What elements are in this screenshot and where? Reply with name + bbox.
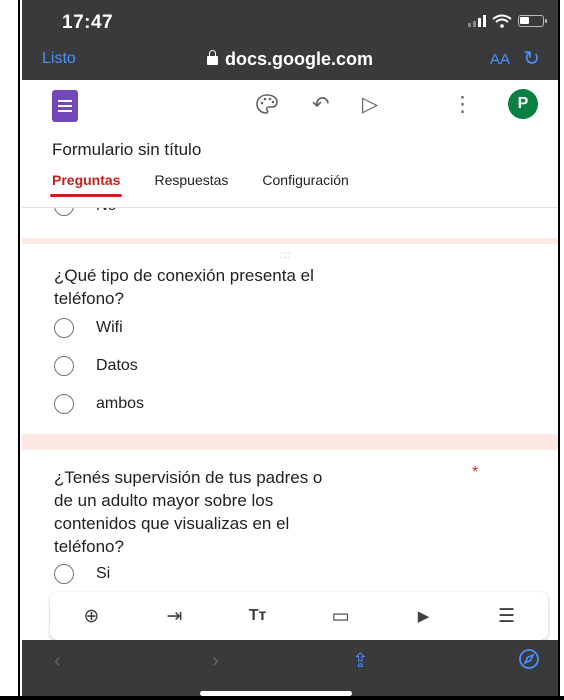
radio-button[interactable]	[54, 208, 74, 216]
home-indicator[interactable]	[200, 691, 352, 696]
status-time: 17:47	[62, 12, 114, 33]
palette-icon[interactable]	[256, 94, 278, 114]
avatar[interactable]: P	[508, 89, 538, 119]
signal-icon	[468, 15, 486, 27]
form-content: No ::: ¿Qué tipo de conexión presenta el…	[22, 208, 558, 640]
form-title: Formulario sin título	[52, 140, 202, 159]
forward-icon[interactable]: ›	[212, 650, 219, 673]
question-title[interactable]: ¿Tenés supervisión de tus padres o de un…	[54, 466, 322, 558]
add-video-icon[interactable]: ▶	[406, 607, 442, 625]
add-section-icon[interactable]: ☰	[489, 605, 525, 628]
radio-button[interactable]	[54, 356, 74, 376]
text-size-button[interactable]: AA	[490, 51, 510, 68]
question-title-line: contenidos que visualizas en el	[54, 514, 290, 533]
compass-icon[interactable]	[518, 648, 540, 670]
url-address[interactable]: docs.google.com	[22, 49, 558, 70]
tab-bar: Preguntas Respuestas Configuración	[49, 172, 349, 200]
undo-icon[interactable]: ↶	[312, 92, 330, 117]
status-icons	[468, 14, 547, 28]
import-questions-icon[interactable]: ⇥	[157, 605, 193, 628]
question-title-line: de un adulto mayor sobre los	[54, 491, 274, 510]
reload-icon[interactable]: ↻	[523, 46, 540, 71]
wifi-icon	[492, 14, 512, 28]
google-forms-logo-icon[interactable]	[52, 90, 78, 122]
frame-bottom-border	[0, 696, 564, 700]
send-icon[interactable]: ▷	[362, 92, 378, 117]
browser-top-bar: 17:47 Listo docs.google.com AA ↻	[22, 0, 558, 80]
phone-screen: 17:47 Listo docs.google.com AA ↻ ↶ ▷ ⋮ P…	[22, 0, 558, 696]
option-wifi[interactable]: Wifi	[54, 318, 123, 338]
browser-bottom-bar: ‹ › ⇪	[22, 640, 558, 696]
question-toolbar: ⊕ ⇥ Tт ▭ ▶ ☰	[50, 592, 548, 640]
required-asterisk: *	[472, 464, 479, 481]
drag-handle-icon[interactable]: :::	[280, 250, 291, 261]
option-label: No	[96, 208, 116, 215]
question-title[interactable]: ¿Qué tipo de conexión presenta el teléfo…	[54, 264, 314, 310]
option-label: Datos	[96, 357, 138, 374]
device-frame: 17:47 Listo docs.google.com AA ↻ ↶ ▷ ⋮ P…	[0, 0, 564, 700]
lock-icon	[206, 50, 218, 65]
question-title-line: teléfono?	[54, 289, 124, 308]
share-icon[interactable]: ⇪	[352, 648, 369, 673]
radio-button[interactable]	[54, 564, 74, 584]
add-question-icon[interactable]: ⊕	[74, 605, 110, 628]
radio-button[interactable]	[54, 394, 74, 414]
tab-respuestas[interactable]: Respuestas	[154, 172, 228, 200]
option-ambos[interactable]: ambos	[54, 394, 144, 414]
question-title-line: ¿Qué tipo de conexión presenta el	[54, 266, 314, 285]
question-title-line: ¿Tenés supervisión de tus padres o	[54, 468, 323, 487]
option-label: Wifi	[96, 319, 123, 336]
option-no[interactable]: No	[54, 208, 116, 216]
add-title-icon[interactable]: Tт	[240, 607, 276, 625]
option-si[interactable]: Si	[54, 564, 110, 584]
more-options-icon[interactable]: ⋮	[452, 92, 473, 117]
frame-left-border	[0, 0, 20, 700]
option-datos[interactable]: Datos	[54, 356, 138, 376]
option-label: Si	[96, 565, 111, 582]
tab-configuracion[interactable]: Configuración	[262, 172, 348, 200]
radio-button[interactable]	[54, 318, 74, 338]
add-image-icon[interactable]: ▭	[323, 605, 359, 628]
question-card-previous[interactable]: No	[22, 208, 558, 238]
tab-preguntas[interactable]: Preguntas	[49, 172, 123, 200]
forms-header: ↶ ▷ ⋮ P Formulario sin título Preguntas …	[22, 80, 558, 208]
frame-right-border	[558, 0, 564, 700]
question-card-connection[interactable]: ::: ¿Qué tipo de conexión presenta el te…	[22, 244, 558, 434]
back-icon[interactable]: ‹	[54, 650, 61, 673]
option-label: ambos	[96, 395, 145, 412]
question-title-line: teléfono?	[54, 537, 124, 556]
url-host-text: docs.google.com	[224, 49, 374, 69]
battery-icon	[518, 15, 547, 27]
